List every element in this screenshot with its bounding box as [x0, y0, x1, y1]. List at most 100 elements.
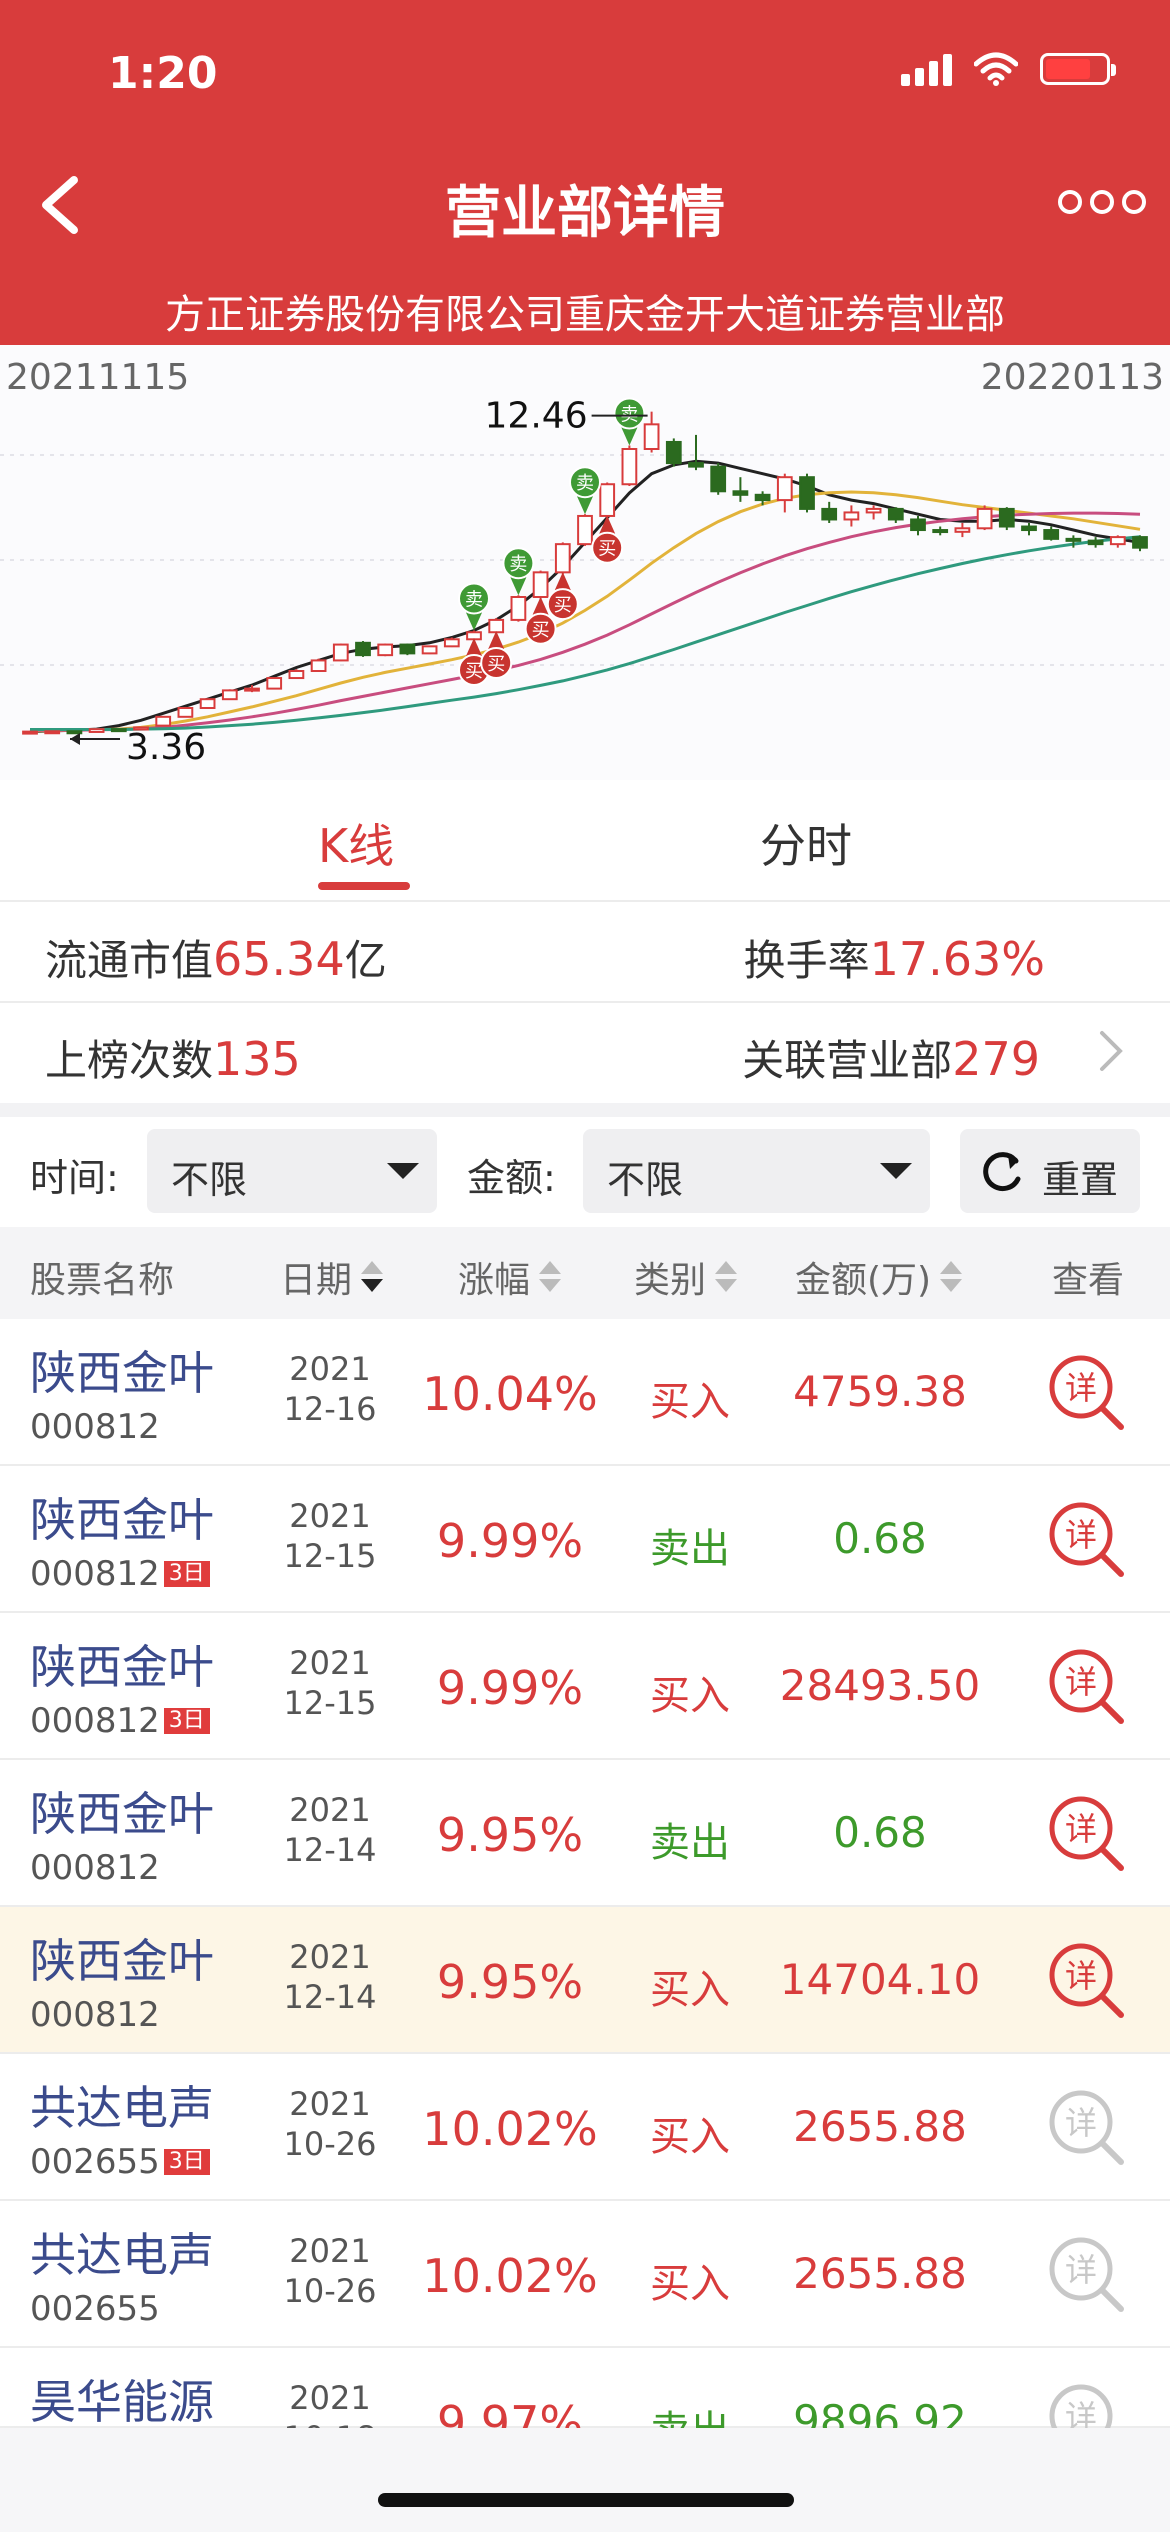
- table-row[interactable]: 陕西金叶 000812 2021 12-14 9.95% 买入 14704.10 详: [0, 1907, 1170, 2054]
- stock-code: 002655 3日: [30, 2142, 210, 2182]
- status-icons: [901, 52, 1116, 86]
- stock-name: 陕西金叶: [30, 1346, 214, 1400]
- candle-body: [998, 507, 1015, 528]
- trade-date: 2021 12-15: [270, 1496, 390, 1576]
- trade-year: 2021: [289, 1938, 371, 1976]
- column-view: 查看: [1052, 1251, 1124, 1303]
- table-row[interactable]: 陕西金叶 000812 3日 2021 12-15 9.99% 卖出 0.68 详: [0, 1466, 1170, 1613]
- reset-button[interactable]: 重置: [960, 1129, 1140, 1213]
- column-date-label: 日期: [280, 1260, 353, 1301]
- detail-magnifier-icon[interactable]: 详: [1045, 2233, 1129, 2317]
- candle-body: [310, 659, 327, 672]
- detail-glyph: 详: [1065, 2104, 1097, 2142]
- section-divider: [0, 1103, 1170, 1117]
- candle-body: [88, 728, 105, 733]
- candle-body: [643, 423, 660, 451]
- change-pct: 9.99%: [436, 1514, 584, 1568]
- column-date[interactable]: 日期: [280, 1251, 384, 1303]
- candle-body: [44, 730, 61, 735]
- multi-day-badge: 3日: [163, 2149, 210, 2175]
- signal-icon: [901, 52, 952, 86]
- home-indicator: [378, 2493, 794, 2507]
- detail-glyph: 详: [1065, 1516, 1097, 1554]
- candle-body: [910, 518, 926, 532]
- stock-name: 陕西金叶: [30, 1787, 214, 1841]
- chart-start-date: 20211115: [6, 357, 190, 398]
- detail-magnifier-icon[interactable]: 详: [1045, 1498, 1129, 1582]
- candle-body: [821, 507, 838, 521]
- detail-magnifier-icon[interactable]: 详: [1045, 1351, 1129, 1435]
- stock-name: 共达电声: [30, 2228, 214, 2282]
- turnover-rate: 换手率17.63%: [744, 927, 1045, 988]
- change-pct: 9.95%: [436, 1955, 584, 2009]
- candle-body: [1065, 537, 1082, 542]
- column-name: 股票名称: [30, 1251, 174, 1303]
- refresh-icon: [983, 1152, 1021, 1192]
- column-type[interactable]: 类别: [634, 1251, 738, 1303]
- column-change[interactable]: 涨幅: [458, 1251, 562, 1303]
- trade-amount: 0.68: [833, 1808, 927, 1857]
- related-value: 279: [952, 1032, 1040, 1086]
- tab-intraday[interactable]: 分时: [760, 810, 852, 876]
- trade-date: 2021 12-14: [270, 1937, 390, 2017]
- table-row[interactable]: 陕西金叶 000812 3日 2021 12-15 9.99% 买入 28493.50 详: [0, 1613, 1170, 1760]
- info-row-list: 上榜次数135 关联营业部279: [0, 1003, 1170, 1103]
- stock-name: 昊华能源: [30, 2375, 214, 2429]
- candle-body: [66, 730, 83, 735]
- stock-code: 000812: [30, 1848, 160, 1888]
- tab-kline[interactable]: K线: [318, 810, 394, 876]
- buy-marker-arrow: [466, 637, 482, 656]
- buy-marker-label: 买: [532, 620, 550, 641]
- trade-year: 2021: [289, 1350, 371, 1388]
- buy-marker-arrow: [488, 630, 505, 649]
- table-row[interactable]: 昊华能源202110-189.97%卖出9896.92详: [0, 2348, 1170, 2459]
- buy-marker-label: 买: [487, 654, 505, 675]
- trade-amount: 2655.88: [793, 2102, 967, 2151]
- candle-body: [421, 645, 438, 655]
- bottom-bar: [0, 2428, 1170, 2532]
- time-filter-select[interactable]: 不限: [147, 1129, 437, 1213]
- detail-magnifier-icon[interactable]: 详: [1045, 1792, 1129, 1876]
- multi-day-badge: 3日: [163, 1561, 210, 1587]
- sort-icon: [714, 1259, 738, 1295]
- table-row[interactable]: 共达电声 002655 3日 2021 10-26 10.02% 买入 2655.88 详: [0, 2054, 1170, 2201]
- column-amount[interactable]: 金额(万): [795, 1251, 963, 1303]
- candle-body: [532, 571, 549, 598]
- sell-marker-arrow: [577, 496, 593, 515]
- sort-icon: [939, 1259, 963, 1295]
- table-row[interactable]: 共达电声 002655 2021 10-26 10.02% 买入 2655.88 详: [0, 2201, 1170, 2348]
- trade-month-day: 10-26: [283, 2125, 377, 2163]
- table-row[interactable]: 陕西金叶 000812 2021 12-16 10.04% 买入 4759.38 详: [0, 1319, 1170, 1466]
- change-pct: 9.99%: [436, 1661, 584, 1715]
- trade-date: 2021 12-15: [270, 1643, 390, 1723]
- table-row[interactable]: 陕西金叶 000812 2021 12-14 9.95% 卖出 0.68 详: [0, 1760, 1170, 1907]
- chevron-right-icon[interactable]: [1096, 1029, 1126, 1073]
- detail-magnifier-icon[interactable]: 详: [1045, 1939, 1129, 2023]
- trade-month-day: 12-16: [283, 1390, 377, 1428]
- related-branches[interactable]: 关联营业部279: [742, 1027, 1040, 1088]
- detail-glyph: 详: [1065, 1957, 1097, 1995]
- column-amount-label: 金额(万): [795, 1260, 932, 1301]
- trade-year: 2021: [289, 2379, 371, 2417]
- list-count: 上榜次数135: [45, 1027, 301, 1088]
- buy-marker-label: 买: [598, 539, 616, 560]
- caret-down-icon: [880, 1163, 912, 1179]
- detail-magnifier-icon[interactable]: 详: [1045, 2086, 1129, 2170]
- detail-magnifier-icon[interactable]: 详: [1045, 1645, 1129, 1729]
- trade-amount: 0.68: [833, 1514, 927, 1563]
- candle-body: [110, 728, 127, 733]
- market-cap: 流通市值65.34亿: [45, 927, 387, 988]
- buy-marker-arrow: [554, 572, 571, 591]
- kline-chart[interactable]: 买买买买买卖卖卖卖 12.46 3.36 20211115 20220113: [0, 345, 1170, 780]
- trade-date: 2021 12-16: [270, 1349, 390, 1429]
- candle-body: [1109, 536, 1126, 546]
- candle-body: [1132, 536, 1148, 549]
- trade-year: 2021: [289, 1644, 371, 1682]
- time-filter-value: 不限: [171, 1158, 248, 1202]
- stock-code-text: 002655: [30, 2289, 160, 2329]
- related-label: 关联营业部: [742, 1036, 953, 1085]
- more-options-icon[interactable]: [1058, 190, 1146, 214]
- low-price-label: 3.36: [126, 727, 206, 768]
- amount-filter-select[interactable]: 不限: [583, 1129, 930, 1213]
- battery-icon: [1040, 53, 1116, 85]
